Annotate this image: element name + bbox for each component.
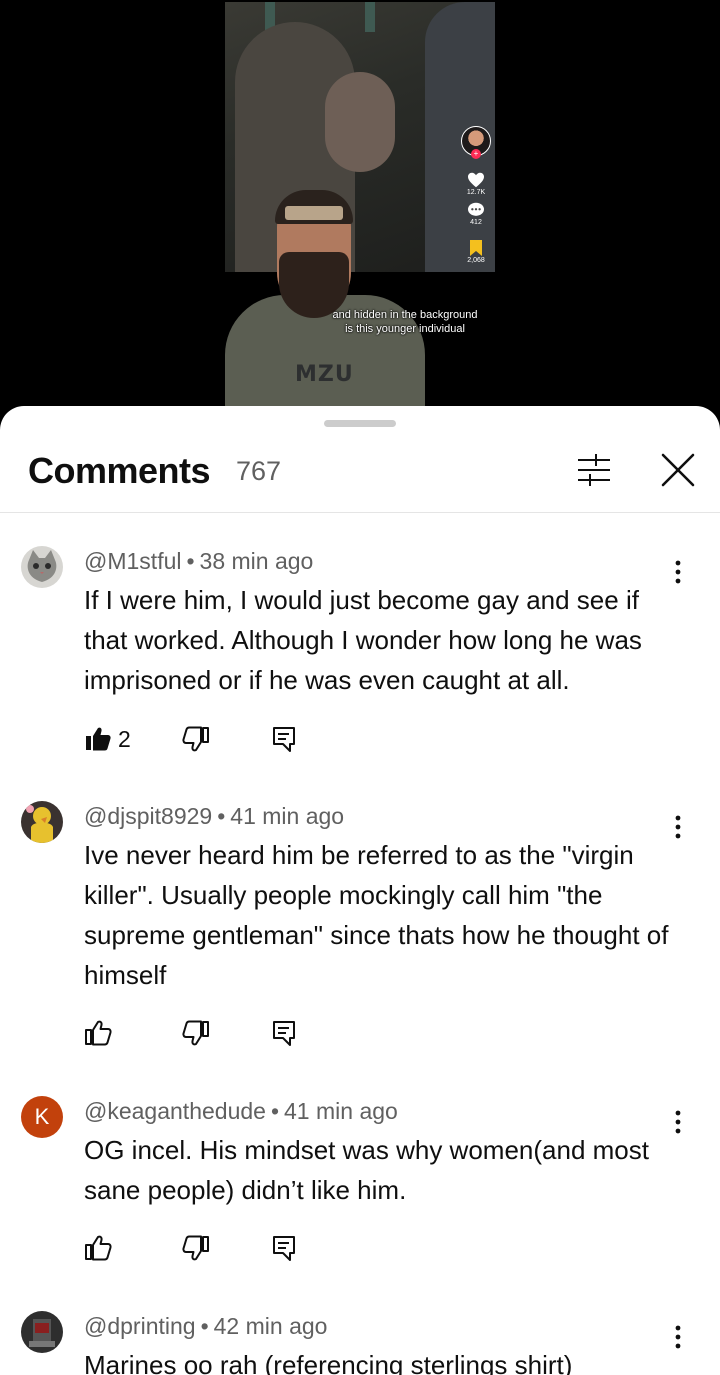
sliders-icon: [578, 454, 610, 486]
comments-count: 767: [236, 456, 282, 486]
comment-author[interactable]: @keaganthedude: [84, 1098, 266, 1124]
reply-button[interactable]: [270, 1013, 298, 1053]
thumbs-up-icon: [85, 1020, 112, 1046]
more-options-button[interactable]: [664, 807, 692, 847]
thumbs-down-icon: [182, 1235, 209, 1261]
comment-bubble-icon: [468, 202, 484, 216]
comment-meta: @M1stful • 38 min ago: [84, 548, 313, 575]
video-caption: and hidden in the background is this you…: [332, 309, 478, 335]
comment-meta: @dprinting • 42 min ago: [84, 1313, 327, 1340]
comment-text: Marines oo rah (referencing sterlings sh…: [84, 1350, 573, 1375]
creator-avatar: +: [461, 126, 491, 159]
separator-dot: •: [186, 548, 195, 574]
comment-text: If I were him, I would just become gay a…: [84, 585, 642, 695]
embedded-comment-count: 412: [470, 219, 482, 226]
comment-meta: @keaganthedude • 41 min ago: [84, 1098, 398, 1125]
comment-item: @dprinting • 42 min ago Marines oo rah (re…: [0, 1311, 720, 1375]
cat-avatar-icon: [21, 546, 63, 588]
embedded-tiktok-sidebar: + 12.7K 412 2,068: [460, 126, 492, 264]
like-button[interactable]: 2: [84, 719, 131, 759]
comment-author[interactable]: @M1stful: [84, 548, 181, 574]
heart-icon: [468, 172, 484, 188]
separator-dot: •: [217, 803, 226, 829]
plus-icon: +: [471, 149, 481, 159]
comment-actions: 2: [84, 719, 344, 759]
comment-text: Ive never heard him be referred to as th…: [84, 840, 669, 990]
embedded-save-count: 2,068: [467, 257, 485, 264]
comment-actions: [84, 1228, 344, 1268]
video-player[interactable]: MZU and hidden in the background is this…: [0, 0, 720, 420]
avatar[interactable]: [21, 1311, 63, 1353]
comment-time: 41 min ago: [284, 1098, 398, 1124]
more-options-button[interactable]: [664, 1102, 692, 1142]
avatar[interactable]: [21, 801, 63, 843]
three-dots-icon: [675, 560, 681, 584]
close-icon: [661, 453, 695, 487]
printer-avatar-icon: [21, 1311, 63, 1353]
three-dots-icon: [675, 815, 681, 839]
dislike-button[interactable]: [182, 719, 210, 759]
comment-item: @djspit8929 • 41 min ago Ive never heard h…: [0, 801, 720, 1081]
comment-time: 38 min ago: [199, 548, 314, 574]
reply-button[interactable]: [270, 1228, 298, 1268]
embedded-comments: 412: [460, 202, 492, 226]
avatar[interactable]: [21, 546, 63, 588]
comments-title: Comments: [28, 450, 211, 491]
three-dots-icon: [675, 1110, 681, 1134]
bookmark-icon: [470, 240, 482, 256]
dislike-button[interactable]: [182, 1013, 210, 1053]
comment-author[interactable]: @dprinting: [84, 1313, 196, 1339]
three-dots-icon: [675, 1325, 681, 1349]
comment-time: 42 min ago: [213, 1313, 328, 1339]
background-stripe: [365, 2, 375, 32]
comments-sheet: Comments 767 @M1stful • 38 min ago If I …: [0, 406, 720, 1375]
embedded-like: 12.7K: [460, 172, 492, 196]
thumbs-up-filled-icon: [86, 727, 111, 751]
thumbs-down-icon: [182, 1020, 209, 1046]
like-button[interactable]: [84, 1013, 118, 1053]
thumbs-up-icon: [85, 1235, 112, 1261]
reply-button[interactable]: [270, 719, 298, 759]
separator-dot: •: [270, 1098, 280, 1124]
like-button[interactable]: [84, 1228, 118, 1268]
shirt-print: MZU: [295, 362, 354, 387]
thumbs-down-icon: [182, 726, 209, 752]
reply-icon: [273, 1236, 295, 1261]
reply-icon: [273, 1021, 295, 1046]
sort-button[interactable]: [570, 450, 618, 490]
reply-icon: [273, 727, 295, 752]
presenter-cap-band: [285, 206, 343, 220]
comment-time: 41 min ago: [230, 803, 345, 829]
comments-header: Comments 767: [0, 436, 720, 513]
comment-actions: [84, 1013, 344, 1053]
comment-text: OG incel. His mindset was why women(and …: [84, 1135, 649, 1205]
drag-handle[interactable]: [324, 420, 396, 427]
comment-item: @M1stful • 38 min ago If I were him, I wou…: [0, 546, 720, 786]
embedded-saves: 2,068: [460, 240, 492, 264]
more-options-button[interactable]: [664, 1317, 692, 1357]
close-button[interactable]: [652, 446, 704, 494]
duck-avatar-icon: [21, 801, 63, 843]
comment-item: K @keaganthedude • 41 min ago OG incel. Hi…: [0, 1096, 720, 1296]
like-count: 2: [118, 725, 131, 752]
avatar-letter[interactable]: K: [21, 1096, 63, 1138]
comment-author[interactable]: @djspit8929: [84, 803, 212, 829]
dislike-button[interactable]: [182, 1228, 210, 1268]
background-face: [325, 72, 395, 172]
separator-dot: •: [200, 1313, 209, 1339]
more-options-button[interactable]: [664, 552, 692, 592]
embedded-like-count: 12.7K: [466, 189, 486, 196]
comment-meta: @djspit8929 • 41 min ago: [84, 803, 344, 830]
